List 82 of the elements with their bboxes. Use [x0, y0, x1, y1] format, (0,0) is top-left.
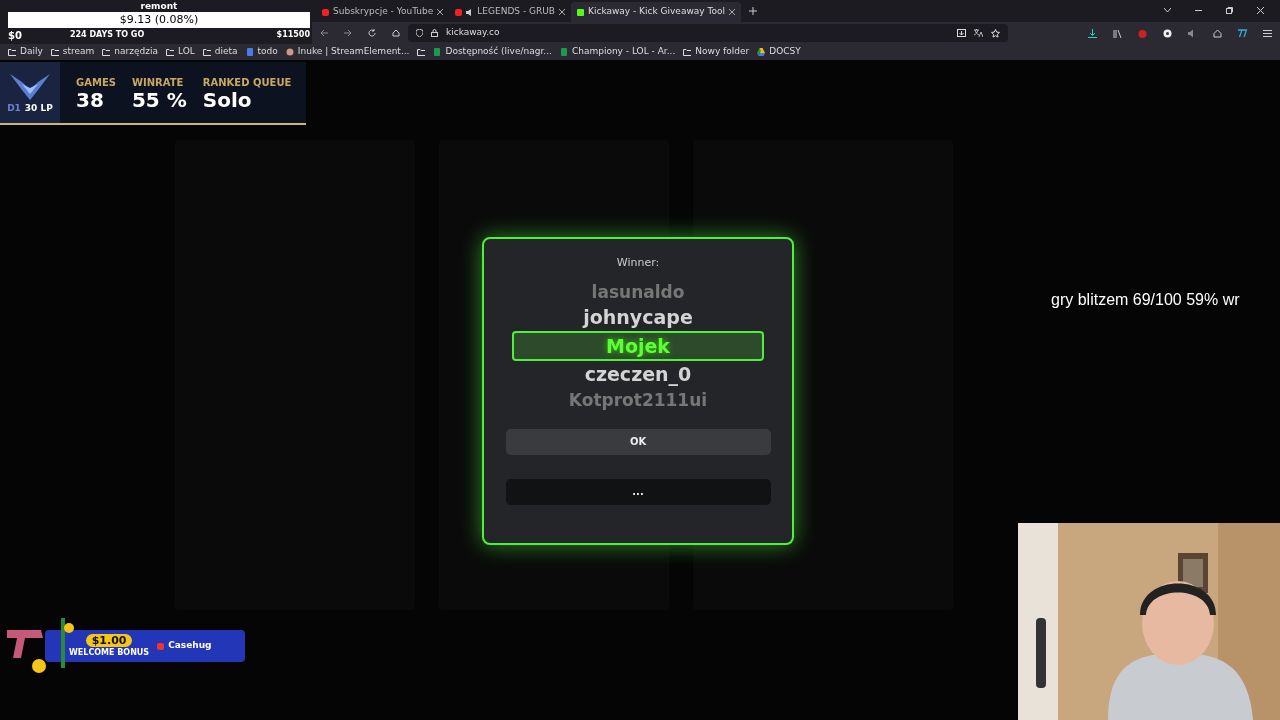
- winner-name: Mojek: [512, 330, 764, 362]
- winner-label: Winner:: [616, 255, 660, 271]
- spreadsheet-icon: [559, 48, 568, 56]
- goal-current: $0: [8, 28, 22, 43]
- spreadsheet-icon: [433, 48, 442, 56]
- stat-value: 38: [76, 90, 105, 110]
- address-bar[interactable]: kickaway.co: [408, 24, 1008, 42]
- extension-icon[interactable]: [1138, 28, 1147, 38]
- goal-target: $11500: [276, 29, 310, 41]
- close-icon[interactable]: [1257, 6, 1264, 14]
- promo-amount: $1.00: [85, 633, 133, 647]
- ok-button[interactable]: OK: [505, 428, 771, 455]
- minimize-icon[interactable]: [1195, 9, 1202, 11]
- stream-title: remont: [140, 0, 178, 12]
- youtube-icon: [455, 8, 463, 16]
- promo-brand: Casehug: [168, 639, 212, 653]
- bookmark[interactable]: DOCSY: [757, 45, 801, 59]
- bookmark[interactable]: narzędzia: [102, 45, 158, 59]
- browser-tab[interactable]: Subskrypcje - YouTube: [316, 2, 450, 22]
- bookmark[interactable]: Daily: [8, 45, 43, 59]
- close-icon[interactable]: [437, 9, 444, 15]
- screenshot-icon[interactable]: [957, 28, 966, 37]
- promo-banner[interactable]: $1.00 WELCOME BONUS Casehug: [45, 630, 245, 662]
- translate-icon[interactable]: [974, 28, 983, 37]
- bookmark[interactable]: dieta: [202, 45, 238, 59]
- stat-value: 55 %: [131, 90, 187, 110]
- folder-icon: [50, 48, 59, 56]
- chevron-down-icon[interactable]: [1164, 7, 1171, 13]
- back-icon[interactable]: [320, 29, 328, 37]
- folder-icon: [102, 48, 111, 56]
- drive-icon: [757, 48, 766, 56]
- avatar-icon: [285, 48, 294, 56]
- document-icon: [245, 48, 254, 56]
- folder-icon: [683, 48, 692, 56]
- promo-caption: WELCOME BONUS: [69, 646, 150, 659]
- kick-icon: [577, 8, 585, 16]
- browser-tab[interactable]: LEGENDS - GRUB: [449, 2, 572, 22]
- bookmark[interactable]: Inuke | StreamElement...: [285, 45, 410, 59]
- more-button[interactable]: ...: [505, 478, 771, 505]
- menu-icon[interactable]: [1263, 28, 1272, 38]
- home-icon[interactable]: [392, 29, 400, 37]
- home-icon[interactable]: [1213, 28, 1222, 38]
- shield-icon: [416, 29, 423, 37]
- stat-label: WINRATE: [131, 76, 185, 90]
- logo-icon: [157, 642, 165, 650]
- goal-days: 224 DAYS TO GO: [69, 29, 145, 41]
- league-points: 30 LP: [24, 101, 53, 115]
- donation-banner: $9.13 (0.08%): [8, 12, 310, 28]
- folder-icon[interactable]: [417, 48, 426, 56]
- bookmark[interactable]: todo: [245, 45, 278, 59]
- winner-name: lasunaldo: [591, 280, 685, 304]
- url-text: kickaway.co: [446, 26, 500, 40]
- bookmark[interactable]: LOL: [165, 45, 195, 59]
- new-tab-icon[interactable]: [748, 7, 757, 15]
- forward-icon[interactable]: [344, 29, 352, 37]
- bookmark[interactable]: stream: [50, 45, 95, 59]
- bookmark[interactable]: Championy - LOL - Ar...: [559, 45, 676, 59]
- bookmark[interactable]: Dostępność (live/nagr...: [433, 45, 552, 59]
- restore-icon[interactable]: [1226, 6, 1233, 14]
- stat-value: Solo: [202, 90, 253, 110]
- reload-icon[interactable]: [368, 29, 376, 37]
- seven-tv-icon[interactable]: [1238, 28, 1247, 38]
- stat-label: GAMES: [76, 76, 116, 90]
- close-icon[interactable]: [559, 9, 566, 15]
- folder-icon: [202, 48, 211, 56]
- winner-name: Kotprot2111ui: [568, 389, 708, 413]
- download-icon[interactable]: [1088, 28, 1097, 38]
- stat-label: RANKED QUEUE: [202, 76, 292, 90]
- lock-icon: [431, 29, 438, 37]
- folder-icon: [165, 48, 174, 56]
- circle-icon[interactable]: [1163, 28, 1172, 38]
- star-icon[interactable]: [991, 28, 1000, 38]
- youtube-icon: [322, 8, 329, 16]
- bookmark[interactable]: Nowy folder: [683, 45, 750, 59]
- overlay-note: gry blitzem 69/100 59% wr: [1051, 290, 1240, 310]
- winner-name: johnycape: [583, 304, 693, 330]
- library-icon[interactable]: [1113, 28, 1122, 38]
- close-icon[interactable]: [728, 9, 735, 15]
- folder-icon: [8, 48, 16, 56]
- browser-tab[interactable]: Kickaway - Kick Giveaway Tool: [571, 2, 741, 22]
- winner-name: czeczen_0: [584, 362, 692, 388]
- rank-division-label: D1: [7, 101, 21, 115]
